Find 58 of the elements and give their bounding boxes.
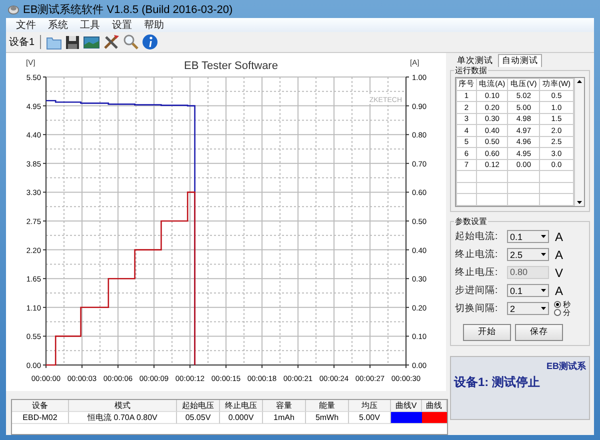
column-header: 终止电压 [220, 400, 263, 412]
status-heading: EB测试系 [545, 360, 586, 372]
unit-label: V [555, 266, 564, 280]
input-field[interactable]: 0.80 [507, 266, 549, 279]
caret-icon [541, 289, 546, 292]
column-header: 起始电压 [177, 400, 220, 412]
action-button[interactable]: 开始 [463, 324, 511, 340]
table-cell: 1mAh [263, 412, 306, 424]
group-title: 运行数据 [454, 65, 488, 76]
table-cell: 恒电流 0.70A 0.80V [69, 412, 177, 424]
tab[interactable]: 单次测试 [454, 55, 496, 67]
field-label: 终止电压: [455, 266, 499, 279]
unit-label: A [555, 248, 564, 262]
dropdown[interactable]: 0.1 [507, 284, 549, 297]
dropdown[interactable]: 0.1 [507, 230, 549, 243]
field-label: 步进间隔: [455, 284, 499, 297]
dropdown[interactable]: 2 [507, 302, 549, 315]
column-header: 均压 [349, 400, 391, 412]
scrollbar[interactable] [574, 78, 584, 206]
field-label: 起始电流: [455, 230, 499, 243]
menu-item[interactable]: 系统 [42, 18, 74, 32]
info-icon[interactable] [142, 34, 158, 50]
caret-icon [541, 235, 546, 238]
menu-item[interactable]: 文件 [10, 18, 42, 32]
status-message: 设备1: 测试停止 [454, 374, 542, 390]
up-arrow-icon[interactable] [575, 78, 584, 86]
menu-item[interactable]: 设置 [106, 18, 138, 32]
menu-item[interactable]: 工具 [74, 18, 106, 32]
column-header: 曲线 [422, 400, 447, 412]
device-label: 设备1 [9, 36, 35, 49]
caret-icon [541, 307, 546, 310]
tab[interactable]: 自动测试 [498, 54, 542, 67]
radio-button[interactable] [554, 309, 561, 316]
unit-label: A [555, 284, 564, 298]
group-title: 参数设置 [454, 216, 488, 226]
dropdown[interactable]: 2.5 [507, 248, 549, 261]
menu-item[interactable]: 帮助 [138, 18, 170, 32]
column-header: 模式 [69, 400, 177, 412]
magnifier-icon[interactable] [122, 34, 139, 50]
table-cell: 0.000V [220, 412, 263, 424]
action-button[interactable]: 保存 [515, 324, 563, 340]
column-header: 能量 [306, 400, 349, 412]
table-cell: 5mWh [306, 412, 349, 424]
column-header: 设备 [12, 400, 69, 412]
radio-button[interactable] [554, 301, 561, 308]
window-title: EB测试系统软件 V1.8.5 (Build 2016-03-20) [23, 2, 233, 16]
tools-icon[interactable] [102, 34, 120, 50]
unit-label: A [555, 230, 564, 244]
column-header: 容量 [263, 400, 306, 412]
picture-icon[interactable] [82, 34, 100, 50]
table-cell: EBD-M02 [12, 412, 69, 424]
caret-icon [541, 253, 546, 256]
table-cell: 05.05V [177, 412, 220, 424]
chart-title: EB Tester Software [184, 60, 278, 72]
column-header: 曲线V [391, 400, 422, 412]
field-label: 切换间隔: [455, 302, 499, 315]
app-icon [8, 4, 19, 14]
field-label: 终止电流: [455, 248, 499, 261]
